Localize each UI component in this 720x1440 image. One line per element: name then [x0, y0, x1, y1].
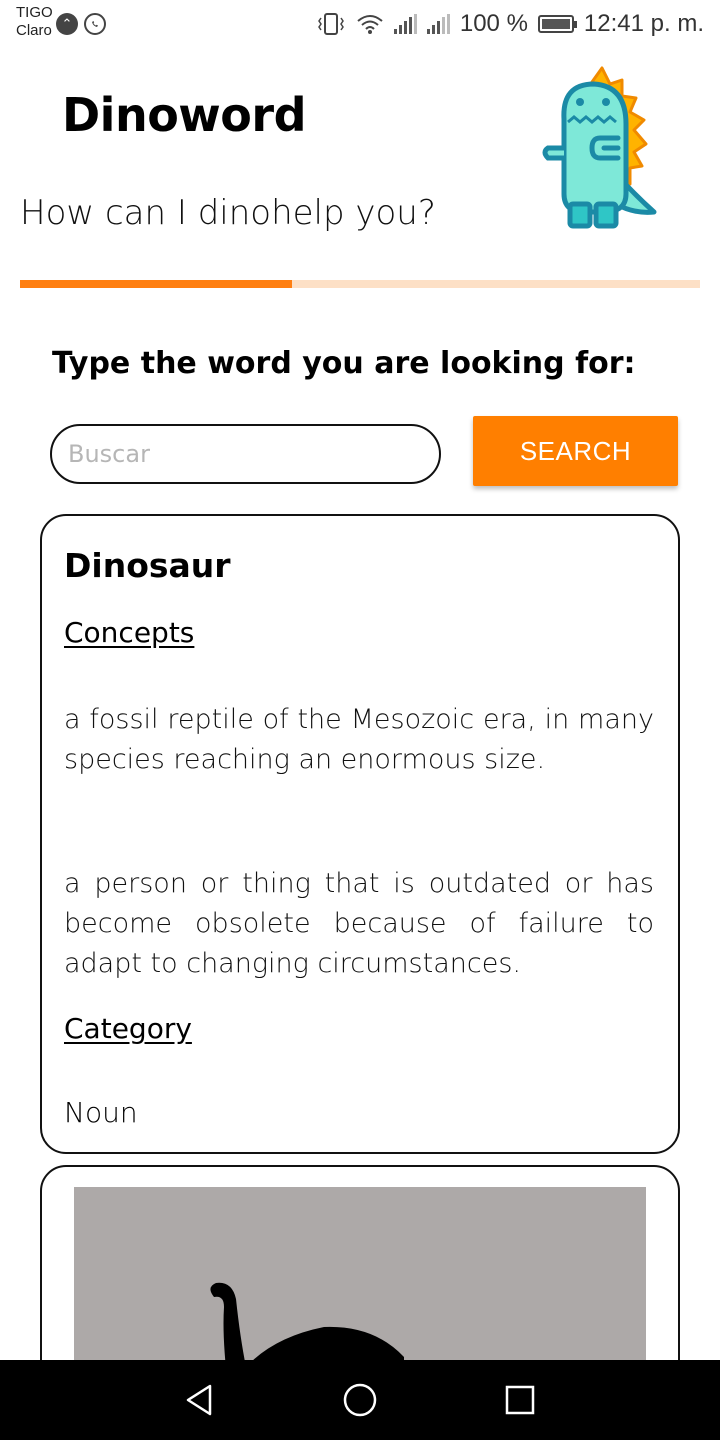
result-word: Dinosaur	[64, 546, 231, 585]
battery-percent: 100 %	[459, 10, 528, 37]
navigation-bar	[0, 1360, 720, 1440]
signal-icon	[426, 14, 450, 34]
search-prompt: Type the word you are looking for:	[52, 346, 636, 381]
carrier-line-2: Claro	[16, 22, 52, 39]
tagline: How can I dinohelp you?	[20, 193, 436, 233]
wifi-icon	[357, 15, 383, 34]
back-icon[interactable]	[180, 1380, 220, 1420]
battery-icon	[537, 15, 577, 33]
app-title: Dinoword	[62, 88, 307, 142]
recents-icon[interactable]	[500, 1380, 540, 1420]
progress-fill	[20, 280, 292, 288]
definition-1: a fossil reptile of the Mesozoic era, in…	[64, 704, 654, 775]
category-heading: Category	[64, 1012, 192, 1045]
home-icon[interactable]	[340, 1380, 380, 1420]
whatsapp-icon	[84, 13, 106, 35]
status-indicators: 100 % 12:41 p. m.	[316, 10, 704, 38]
category-value: Noun	[64, 1096, 138, 1129]
search-input[interactable]	[50, 424, 441, 484]
search-button[interactable]: SEARCH	[473, 416, 678, 486]
clock: 12:41 p. m.	[583, 10, 704, 37]
progress-bar	[20, 280, 700, 288]
status-bar: TIGO Claro ⌃ 100 % 12:41 p. m.	[0, 0, 720, 50]
carrier-label: TIGO Claro	[16, 4, 53, 40]
vibrate-icon	[317, 13, 344, 35]
dino-mascot-icon	[542, 66, 657, 229]
signal-icon	[393, 14, 417, 34]
result-card: Dinosaur Concepts a fossil reptile of th…	[40, 514, 680, 1154]
carrier-line-1: TIGO	[16, 4, 53, 21]
arrow-up-circle-icon: ⌃	[56, 13, 78, 35]
notification-icons: ⌃	[56, 13, 106, 35]
definition-2: a person or thing that is outdated or ha…	[64, 868, 654, 979]
concepts-heading: Concepts	[64, 616, 195, 649]
